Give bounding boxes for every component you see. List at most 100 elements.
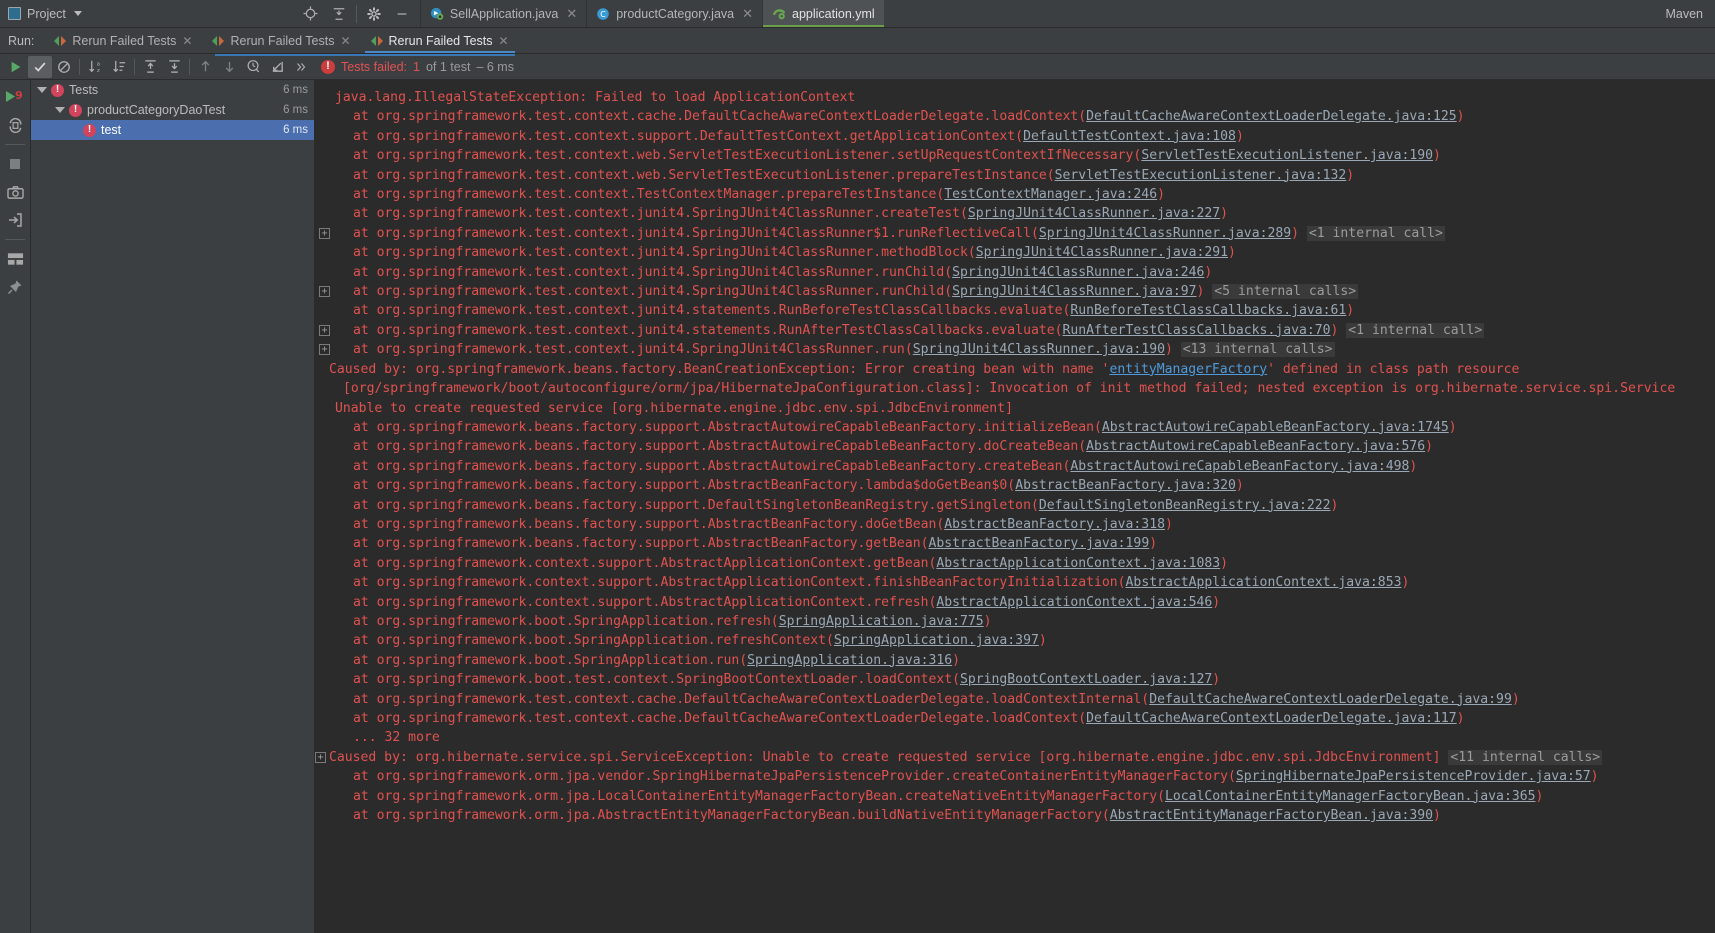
console-text: at org.springframework.beans.factory.sup…	[353, 439, 1087, 455]
stacktrace-link[interactable]: SpringApplication.java:397	[834, 633, 1039, 648]
stacktrace-link[interactable]: SpringApplication.java:775	[779, 614, 984, 629]
stacktrace-link[interactable]: SpringJUnit4ClassRunner.java:227	[968, 206, 1220, 221]
fold-expand-icon[interactable]: +	[319, 324, 330, 336]
sort-alphabetically-button[interactable]: a z	[83, 56, 107, 78]
stacktrace-link[interactable]: DefaultCacheAwareContextLoaderDelegate.j…	[1086, 711, 1457, 726]
stacktrace-link[interactable]: AbstractApplicationContext.java:853	[1126, 575, 1402, 590]
pin-icon[interactable]	[2, 274, 28, 300]
sort-by-duration-button[interactable]	[107, 56, 131, 78]
stacktrace-link[interactable]: AbstractEntityManagerFactoryBean.java:39…	[1110, 808, 1433, 823]
stacktrace-link[interactable]: AbstractBeanFactory.java:320	[1015, 478, 1236, 493]
stacktrace-link[interactable]: ServletTestExecutionListener.java:132	[1055, 168, 1347, 183]
console-text: )	[1157, 187, 1165, 203]
export-results-button[interactable]	[265, 56, 289, 78]
fold-expand-icon[interactable]: +	[319, 286, 330, 298]
show-passed-toggle[interactable]	[28, 55, 52, 78]
stacktrace-link[interactable]: TestContextManager.java:246	[944, 187, 1157, 202]
gear-icon[interactable]	[360, 0, 388, 28]
layout-icon[interactable]	[2, 246, 28, 272]
rerun-failed-tests-icon	[54, 35, 67, 47]
console-text: at org.springframework.test.context.cach…	[353, 691, 1150, 707]
editor-tab-application-yml[interactable]: application.yml	[762, 0, 884, 27]
test-failed-icon: !	[51, 83, 64, 97]
stacktrace-link[interactable]: SpringBootContextLoader.java:127	[960, 672, 1212, 687]
tree-row-tests[interactable]: ! Tests 6 ms	[31, 80, 314, 100]
console-line: java.lang.IllegalStateException: Failed …	[315, 88, 1715, 107]
test-results-tree[interactable]: ! Tests 6 ms ! productCategoryDaoTest 6 …	[31, 80, 315, 933]
status-suffix: of 1 test	[425, 59, 471, 74]
stacktrace-link[interactable]: entityManagerFactory	[1109, 362, 1267, 377]
run-tool-window: 9 ! Tests 6 ms ! productCategoryDaoTest …	[0, 80, 1715, 933]
stacktrace-link[interactable]: AbstractAutowireCapableBeanFactory.java:…	[1086, 439, 1425, 454]
rerun-button[interactable]	[4, 56, 28, 78]
expand-arrow-icon[interactable]	[55, 107, 65, 113]
console-text: )	[1038, 633, 1047, 649]
stacktrace-link[interactable]: SpringJUnit4ClassRunner.java:97	[952, 284, 1196, 299]
stacktrace-link[interactable]: SpringJUnit4ClassRunner.java:190	[913, 342, 1165, 357]
stacktrace-link[interactable]: DefaultSingletonBeanRegistry.java:222	[1039, 498, 1331, 513]
stacktrace-link[interactable]: SpringApplication.java:316	[747, 653, 952, 668]
show-ignored-toggle[interactable]	[52, 56, 76, 78]
close-icon[interactable]: ✕	[340, 34, 350, 48]
hide-window-icon[interactable]	[388, 0, 416, 28]
tree-row-test[interactable]: ! test 6 ms	[31, 120, 314, 140]
stacktrace-link[interactable]: ServletTestExecutionListener.java:190	[1141, 148, 1433, 163]
more-options-button[interactable]	[289, 56, 313, 78]
stacktrace-link[interactable]: SpringJUnit4ClassRunner.java:289	[1039, 226, 1291, 241]
close-icon[interactable]: ✕	[182, 34, 192, 48]
console-text: )	[1346, 167, 1355, 183]
stacktrace-link[interactable]: DefaultCacheAwareContextLoaderDelegate.j…	[1086, 109, 1457, 124]
console-line: at org.springframework.beans.factory.sup…	[315, 476, 1715, 495]
run-9-icon[interactable]: 9	[2, 84, 28, 110]
console-text: )	[1401, 575, 1410, 591]
fold-expand-icon[interactable]: +	[315, 751, 326, 763]
stop-process-icon[interactable]	[2, 151, 28, 177]
expand-all-button[interactable]	[138, 56, 162, 78]
close-icon[interactable]: ✕	[742, 6, 753, 22]
stacktrace-link[interactable]: AbstractAutowireCapableBeanFactory.java:…	[1102, 420, 1449, 435]
next-failed-test-button[interactable]	[217, 56, 241, 78]
locate-icon[interactable]	[297, 0, 325, 28]
fold-expand-icon[interactable]: +	[319, 344, 330, 356]
rerun-automatically-icon[interactable]	[2, 112, 28, 138]
stacktrace-link[interactable]: DefaultCacheAwareContextLoaderDelegate.j…	[1149, 692, 1512, 707]
expand-arrow-icon[interactable]	[37, 87, 47, 93]
console-text: at org.springframework.boot.SpringApplic…	[353, 613, 779, 629]
stacktrace-link[interactable]: AbstractApplicationContext.java:546	[936, 595, 1212, 610]
run-tab-1[interactable]: Rerun Failed Tests ✕	[44, 28, 202, 53]
stacktrace-link[interactable]: AbstractBeanFactory.java:318	[944, 517, 1165, 532]
run-tab-3[interactable]: Rerun Failed Tests ✕	[361, 28, 519, 53]
editor-tab-sellapplication[interactable]: SellApplication.java ✕	[419, 0, 586, 27]
test-output-console[interactable]: java.lang.IllegalStateException: Failed …	[315, 80, 1715, 933]
editor-tab-productcategory[interactable]: C productCategory.java ✕	[586, 0, 762, 27]
project-tool-window-button[interactable]: Project	[0, 0, 92, 27]
stacktrace-link[interactable]: AbstractBeanFactory.java:199	[928, 536, 1149, 551]
tree-row-label: test	[101, 123, 122, 137]
stacktrace-link[interactable]: SpringHibernateJpaPersistenceProvider.ja…	[1236, 769, 1591, 784]
stacktrace-link[interactable]: RunAfterTestClassCallbacks.java:70	[1062, 323, 1330, 338]
previous-failed-test-button[interactable]	[193, 56, 217, 78]
fold-expand-icon[interactable]: +	[319, 227, 330, 239]
close-icon[interactable]: ✕	[499, 34, 509, 48]
stacktrace-link[interactable]: SpringJUnit4ClassRunner.java:246	[952, 265, 1204, 280]
export-icon[interactable]	[2, 207, 28, 233]
stacktrace-link[interactable]: SpringJUnit4ClassRunner.java:291	[976, 245, 1228, 260]
console-text: at org.springframework.beans.factory.sup…	[353, 419, 1102, 435]
console-line: at org.springframework.test.context.cach…	[315, 709, 1715, 728]
stacktrace-link[interactable]: AbstractApplicationContext.java:1083	[936, 556, 1220, 571]
close-icon[interactable]: ✕	[566, 6, 577, 22]
test-history-button[interactable]	[241, 56, 265, 78]
tree-row-productcategorydaotest[interactable]: ! productCategoryDaoTest 6 ms	[31, 100, 314, 120]
stacktrace-link[interactable]: LocalContainerEntityManagerFactoryBean.j…	[1165, 789, 1536, 804]
camera-icon[interactable]	[2, 179, 28, 205]
console-text: at org.springframework.test.context.juni…	[353, 206, 968, 222]
run-tab-label: Rerun Failed Tests	[230, 33, 335, 48]
collapse-all-button[interactable]	[162, 56, 186, 78]
stacktrace-link[interactable]: DefaultTestContext.java:108	[1023, 129, 1236, 144]
maven-tool-window-button[interactable]: Maven	[1665, 0, 1703, 28]
collapse-all-icon[interactable]	[325, 0, 353, 28]
project-icon	[8, 7, 21, 20]
stacktrace-link[interactable]: RunBeforeTestClassCallbacks.java:61	[1070, 303, 1346, 318]
stacktrace-link[interactable]: AbstractAutowireCapableBeanFactory.java:…	[1070, 459, 1409, 474]
run-tab-2[interactable]: Rerun Failed Tests ✕	[202, 28, 360, 53]
